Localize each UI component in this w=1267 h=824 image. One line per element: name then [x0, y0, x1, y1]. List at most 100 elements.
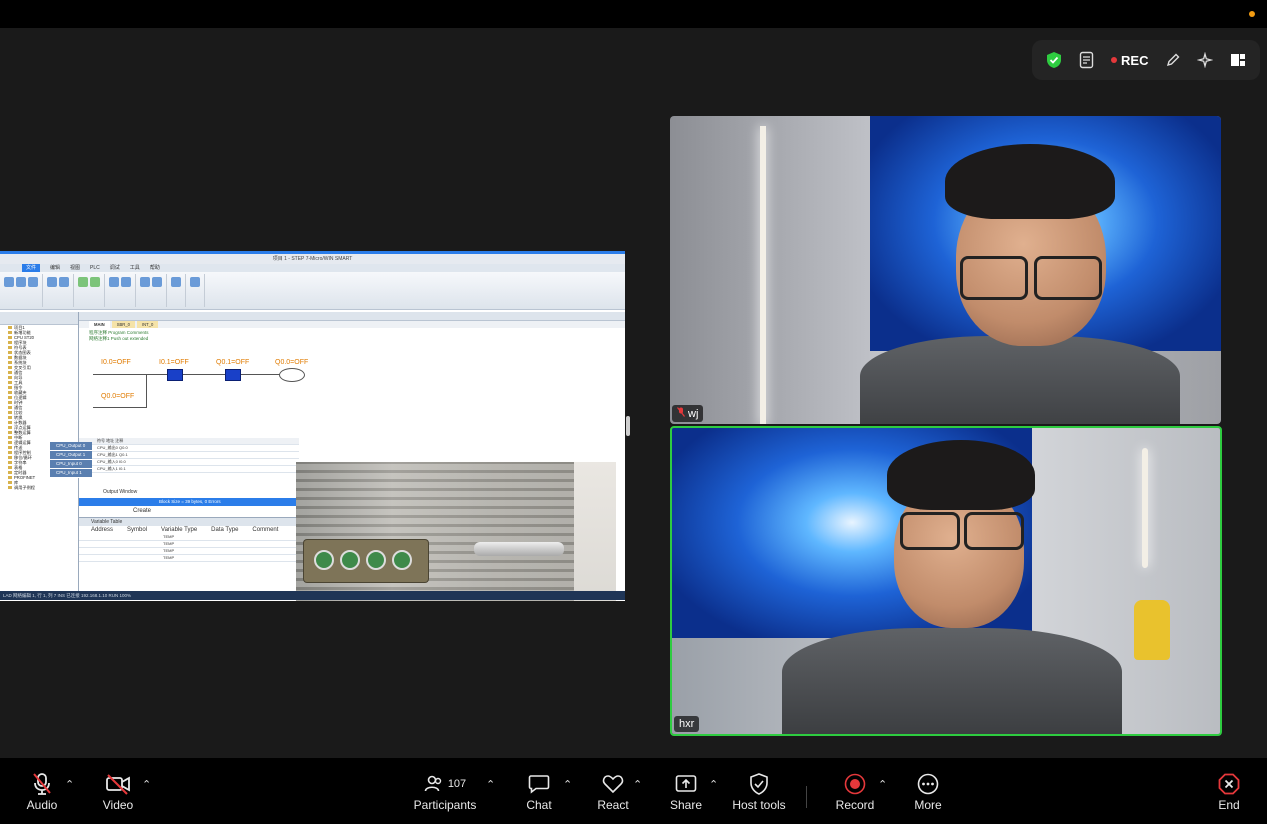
green-button: [314, 550, 334, 570]
shared-menu-bar: 文件 编辑 视图 PLC 调试 工具 帮助: [0, 264, 625, 272]
ribbon-group: [140, 274, 167, 307]
ladder-contact-label: I0.0=OFF: [101, 359, 131, 366]
heart-icon: [594, 770, 632, 798]
ribbon-group: [171, 274, 186, 307]
annotate-pencil-icon[interactable]: [1165, 52, 1181, 68]
notification-dot: [1249, 11, 1255, 17]
video-options-chevron-icon[interactable]: ⌃: [142, 778, 151, 791]
variable-row: TEMP: [79, 534, 299, 541]
shield-icon: [730, 770, 788, 798]
col-header: Comment: [252, 527, 279, 533]
person-torso: [782, 628, 1122, 734]
participants-options-chevron-icon[interactable]: ⌃: [486, 778, 495, 791]
record-button[interactable]: Record: [834, 770, 876, 812]
yellow-backpack: [1134, 600, 1170, 660]
react-label: React: [597, 798, 629, 812]
preview-icon: [121, 277, 131, 287]
shared-window-title: 项目 1 - STEP 7-Micro/WIN SMART: [0, 254, 625, 264]
chat-options-chevron-icon[interactable]: ⌃: [563, 778, 572, 791]
recording-dot-icon: [1111, 57, 1118, 63]
record-icon: [834, 770, 876, 798]
security-shield-icon[interactable]: [1046, 51, 1062, 69]
recording-label: REC: [1121, 52, 1149, 68]
participants-icon-row: 107: [410, 770, 480, 798]
layout-view-icon[interactable]: [1230, 52, 1246, 68]
ribbon-group: [47, 274, 74, 307]
col-header: Address: [91, 527, 114, 533]
audio-label: Audio: [26, 798, 58, 812]
green-button: [392, 550, 412, 570]
share-options-chevron-icon[interactable]: ⌃: [709, 778, 718, 791]
glasses-right: [1034, 256, 1102, 300]
green-button: [366, 550, 386, 570]
shared-screen[interactable]: 项目 1 - STEP 7-Micro/WIN SMART 文件 编辑 视图 P…: [0, 251, 625, 601]
button-plate: [304, 540, 428, 582]
shared-status-bar: LAD 网络编辑 1, 行 1, 列 7 INS 已连接 192.168.1.1…: [0, 591, 625, 600]
export-icon: [59, 277, 69, 287]
light-strip: [1142, 448, 1148, 568]
symbol-callout: CPU_Output 0: [50, 442, 92, 451]
ribbon-group: [190, 274, 205, 307]
share-label: Share: [669, 798, 703, 812]
host-tools-label: Host tools: [732, 798, 786, 812]
audio-options-chevron-icon[interactable]: ⌃: [65, 778, 74, 791]
menu-item: PLC: [90, 265, 100, 271]
col-header: Variable Type: [161, 527, 198, 533]
pneumatic-cylinder: [474, 542, 564, 556]
tab-int: INT_0: [136, 321, 159, 328]
new-file-icon: [4, 277, 14, 287]
variable-row: TEMP: [79, 548, 299, 555]
summary-icon[interactable]: [1079, 51, 1095, 69]
person-torso: [860, 336, 1180, 424]
ribbon-group: [4, 274, 43, 307]
variable-table: Variable Table Address Symbol Variable T…: [79, 517, 299, 583]
crossref-row: CPU_输出0 Q0.0: [79, 445, 299, 452]
symbol-callout: CPU_Input 0: [50, 460, 92, 469]
program-comments: 程序注释 Program Comments 网络注释1 Push out ext…: [79, 328, 625, 344]
more-button[interactable]: More: [910, 770, 946, 812]
shared-ribbon: [0, 272, 625, 310]
tree-toolbar: [0, 312, 78, 325]
menu-item: 视图: [70, 265, 81, 271]
end-button[interactable]: End: [1212, 770, 1246, 812]
print-icon: [109, 277, 119, 287]
ai-sparkle-icon[interactable]: [1197, 52, 1214, 68]
crossref-row: CPU_输出1 Q0.1: [79, 452, 299, 459]
ladder-rung: [93, 374, 293, 375]
upload-icon: [78, 277, 88, 287]
library-icon: [171, 277, 181, 287]
download-icon: [90, 277, 100, 287]
split-drag-handle[interactable]: [626, 416, 630, 436]
share-button[interactable]: Share: [667, 770, 705, 812]
editor-toolbar: [79, 312, 625, 321]
ladder-coil-label: Q0.0=OFF: [275, 359, 309, 366]
participant-tile-wj[interactable]: wj: [670, 116, 1221, 424]
menu-item: 文件: [22, 264, 41, 272]
record-options-chevron-icon[interactable]: ⌃: [878, 778, 887, 791]
network-comment-line: 网络注释1 Push out extended: [89, 336, 149, 341]
tab-sbr: SBR_0: [111, 321, 135, 328]
gsdml-icon: [190, 277, 200, 287]
participants-button[interactable]: 107 Participants: [410, 770, 480, 812]
react-button[interactable]: React: [594, 770, 632, 812]
person-hair: [887, 440, 1035, 510]
participant-tile-hxr[interactable]: hxr: [670, 426, 1222, 736]
react-options-chevron-icon[interactable]: ⌃: [633, 778, 642, 791]
output-window-title: Output Window: [103, 489, 138, 495]
editor-tabs: MAIN SBR_0 INT_0: [79, 321, 625, 328]
audio-button[interactable]: Audio: [22, 770, 62, 812]
recording-indicator[interactable]: REC: [1111, 52, 1149, 68]
participants-icon: [424, 775, 442, 792]
variable-row: TEMP: [79, 555, 299, 562]
light-strip: [760, 126, 766, 424]
ladder-parallel-label: Q0.0=OFF: [101, 393, 135, 400]
chat-button[interactable]: Chat: [522, 770, 556, 812]
symbol-callout: CPU_Output 1: [50, 451, 92, 460]
menu-item: 工具: [129, 265, 140, 271]
device-camera-overlay: [296, 462, 616, 601]
video-button[interactable]: Video: [98, 770, 138, 812]
record-label: Record: [835, 798, 875, 812]
more-label: More: [914, 798, 942, 812]
symbol-callouts: CPU_Output 0 CPU_Output 1 CPU_Input 0 CP…: [50, 442, 92, 478]
host-tools-button[interactable]: Host tools: [730, 770, 788, 812]
